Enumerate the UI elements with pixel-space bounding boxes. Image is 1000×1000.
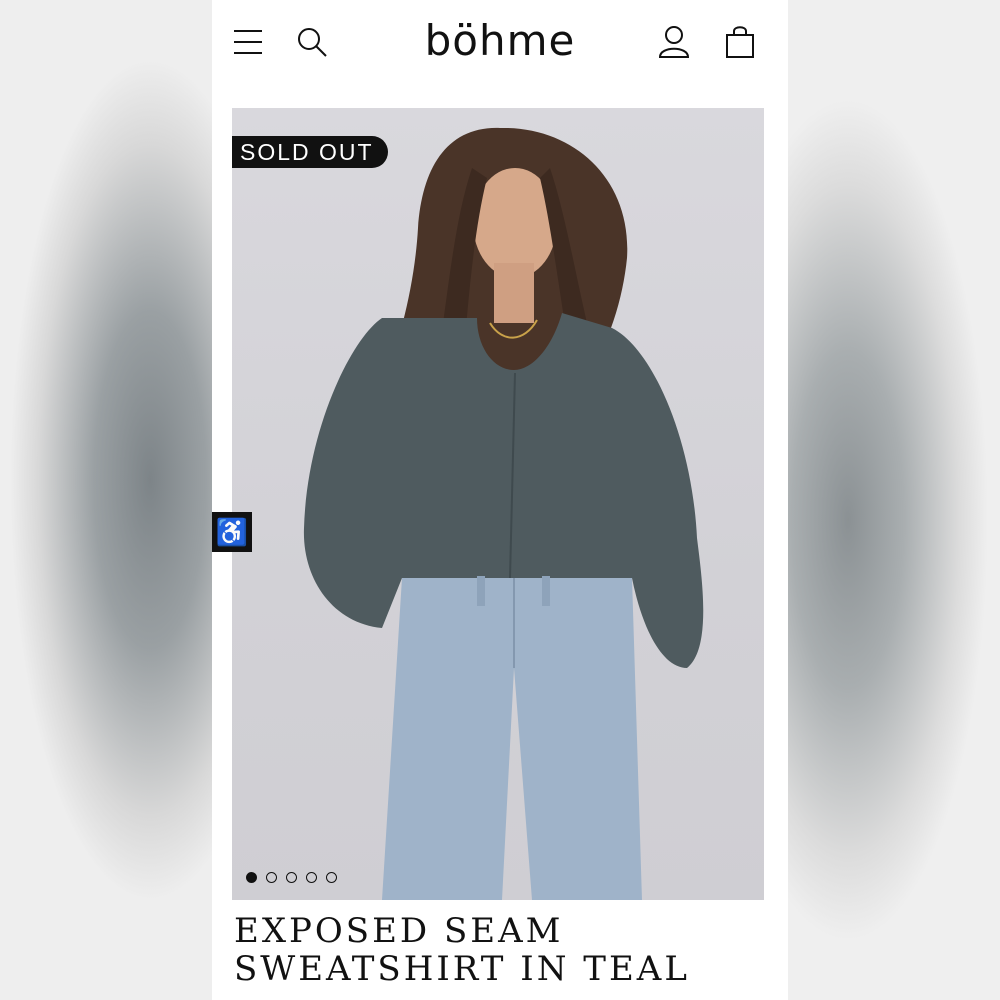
product-title-line-2: SWEATSHIRT IN TEAL [234, 949, 690, 989]
product-title: EXPOSED SEAM SWEATSHIRT IN TEAL [234, 912, 774, 988]
carousel-dot-3[interactable] [286, 872, 297, 883]
blurred-backdrop-right [788, 0, 1000, 1000]
blurred-backdrop-left [0, 0, 212, 1000]
brand-logo[interactable]: böhme [212, 16, 788, 65]
carousel-dot-4[interactable] [306, 872, 317, 883]
carousel-dot-1[interactable] [246, 872, 257, 883]
product-title-line-1: EXPOSED SEAM [234, 911, 564, 951]
site-header: böhme [212, 0, 788, 90]
image-carousel-dots [246, 872, 337, 883]
product-image[interactable]: SOLD OUT [232, 108, 764, 900]
model-photo [303, 127, 704, 900]
accessibility-icon[interactable]: ♿ [212, 512, 252, 552]
mobile-page: böhme SOLD OUT ♿ EXPOSED SEAM SWEATSHIRT… [212, 0, 788, 1000]
carousel-dot-5[interactable] [326, 872, 337, 883]
carousel-dot-2[interactable] [266, 872, 277, 883]
cart-icon[interactable] [722, 24, 758, 60]
sold-out-badge: SOLD OUT [232, 136, 388, 168]
account-icon[interactable] [656, 24, 692, 60]
